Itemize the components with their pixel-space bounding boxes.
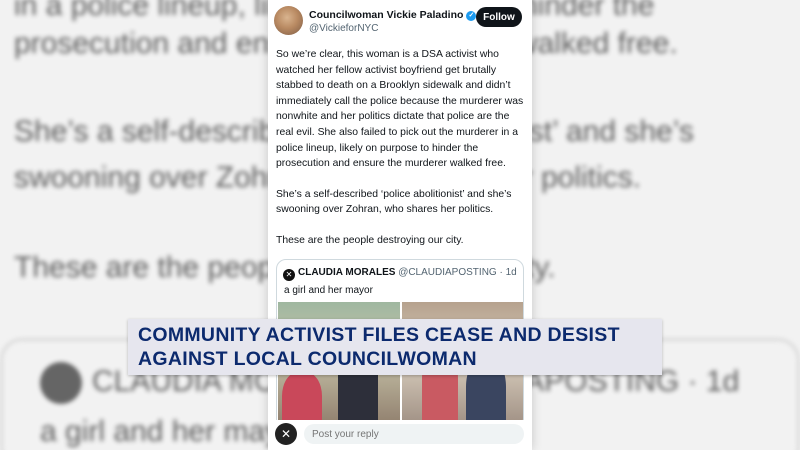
tweet-body: So we’re clear, this woman is a DSA acti… [276,47,524,264]
news-chyron: COMMUNITY ACTIVIST FILES CEASE AND DESIS… [128,319,662,375]
chyron-headline-line1: COMMUNITY ACTIVIST FILES CEASE AND DESIS… [138,324,620,346]
background-avatar [40,362,82,404]
tweet-paragraph: These are the people destroying our city… [276,234,464,246]
tweet-card: Councilwoman Vickie Paladino ✓ @Vickiefor… [268,0,532,450]
tweet-header: Councilwoman Vickie Paladino ✓ @Vickiefor… [274,5,526,37]
tweet-paragraph: She’s a self-described ‘police abolition… [276,188,512,216]
chyron-headline-line2: AGAINST LOCAL COUNCILWOMAN [138,348,477,370]
quoted-author-avatar-icon: ✕ [283,269,295,281]
author-handle[interactable]: @VickieforNYC [309,23,378,34]
reply-avatar-icon: ✕ [275,423,297,445]
tweet-paragraph: So we’re clear, this woman is a DSA acti… [276,49,524,170]
author-name-text: Councilwoman Vickie Paladino [309,9,464,21]
quoted-tweet-time: · 1d [499,267,517,278]
author-name[interactable]: Councilwoman Vickie Paladino ✓ [309,9,477,21]
quoted-tweet-text: a girl and her mayor [284,285,373,296]
quoted-author-name: CLAUDIA MORALES [298,267,396,278]
quoted-author-handle: @CLAUDIAPOSTING [398,267,497,278]
author-avatar[interactable] [274,6,303,35]
verified-badge-icon: ✓ [466,11,477,21]
quoted-tweet-header: ✕ CLAUDIA MORALES @CLAUDIAPOSTING · 1d [283,267,517,281]
reply-input[interactable] [304,424,524,444]
reply-bar: ✕ [268,420,532,450]
follow-button[interactable]: Follow [476,7,522,27]
